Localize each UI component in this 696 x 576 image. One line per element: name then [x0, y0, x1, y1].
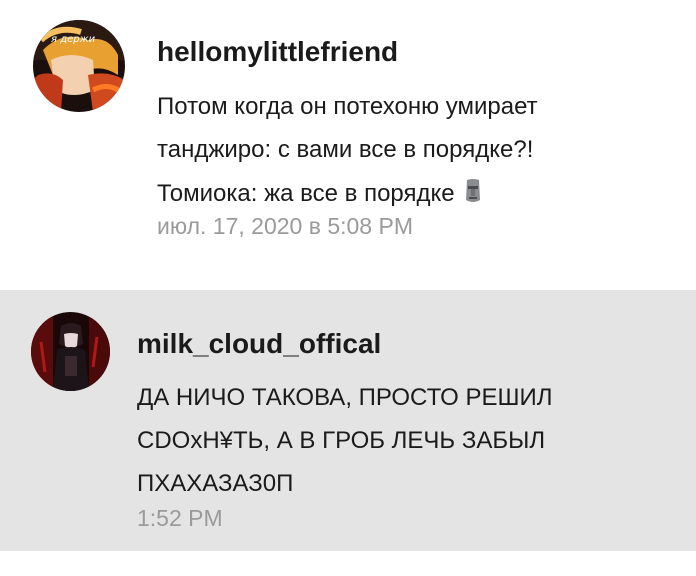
- comment-text-line: танджиро: с вами все в порядке?!: [157, 136, 534, 163]
- username[interactable]: milk_cloud_offical: [137, 328, 381, 360]
- comment-item: milk_cloud_offical ДА НИЧО ТАКОВА, ПРОСТ…: [0, 290, 696, 551]
- user-avatar[interactable]: я держи: [33, 20, 125, 112]
- comment-text-line: ПХАХАЗАЗ0П: [137, 470, 294, 497]
- comment-text-line: ДА НИЧО ТАКОВА, ПРОСТО РЕШИЛ: [137, 384, 553, 411]
- comment-timestamp: 1:52 PM: [137, 505, 223, 531]
- comment-text-line: Томиока: жа все в порядке: [157, 178, 483, 208]
- avatar-caption: я держи: [51, 34, 96, 45]
- comment-text-line: CDOxH¥ТЬ, А В ГРОБ ЛЕЧЬ ЗАБЫЛ: [137, 427, 546, 454]
- comment-timestamp: июл. 17, 2020 в 5:08 PM: [157, 213, 413, 239]
- comment-text: Томиока: жа все в порядке: [157, 180, 455, 207]
- comment-item: я держи hellomylittlefriend Потом когда …: [0, 0, 696, 270]
- anime-avatar-icon: я держи: [33, 20, 125, 112]
- anime-avatar-icon: [31, 312, 110, 391]
- moai-emoji-icon: [466, 179, 481, 202]
- user-avatar[interactable]: [31, 312, 110, 391]
- username[interactable]: hellomylittlefriend: [157, 36, 398, 68]
- comment-text-line: Потом когда он потехоню умирает: [157, 93, 538, 120]
